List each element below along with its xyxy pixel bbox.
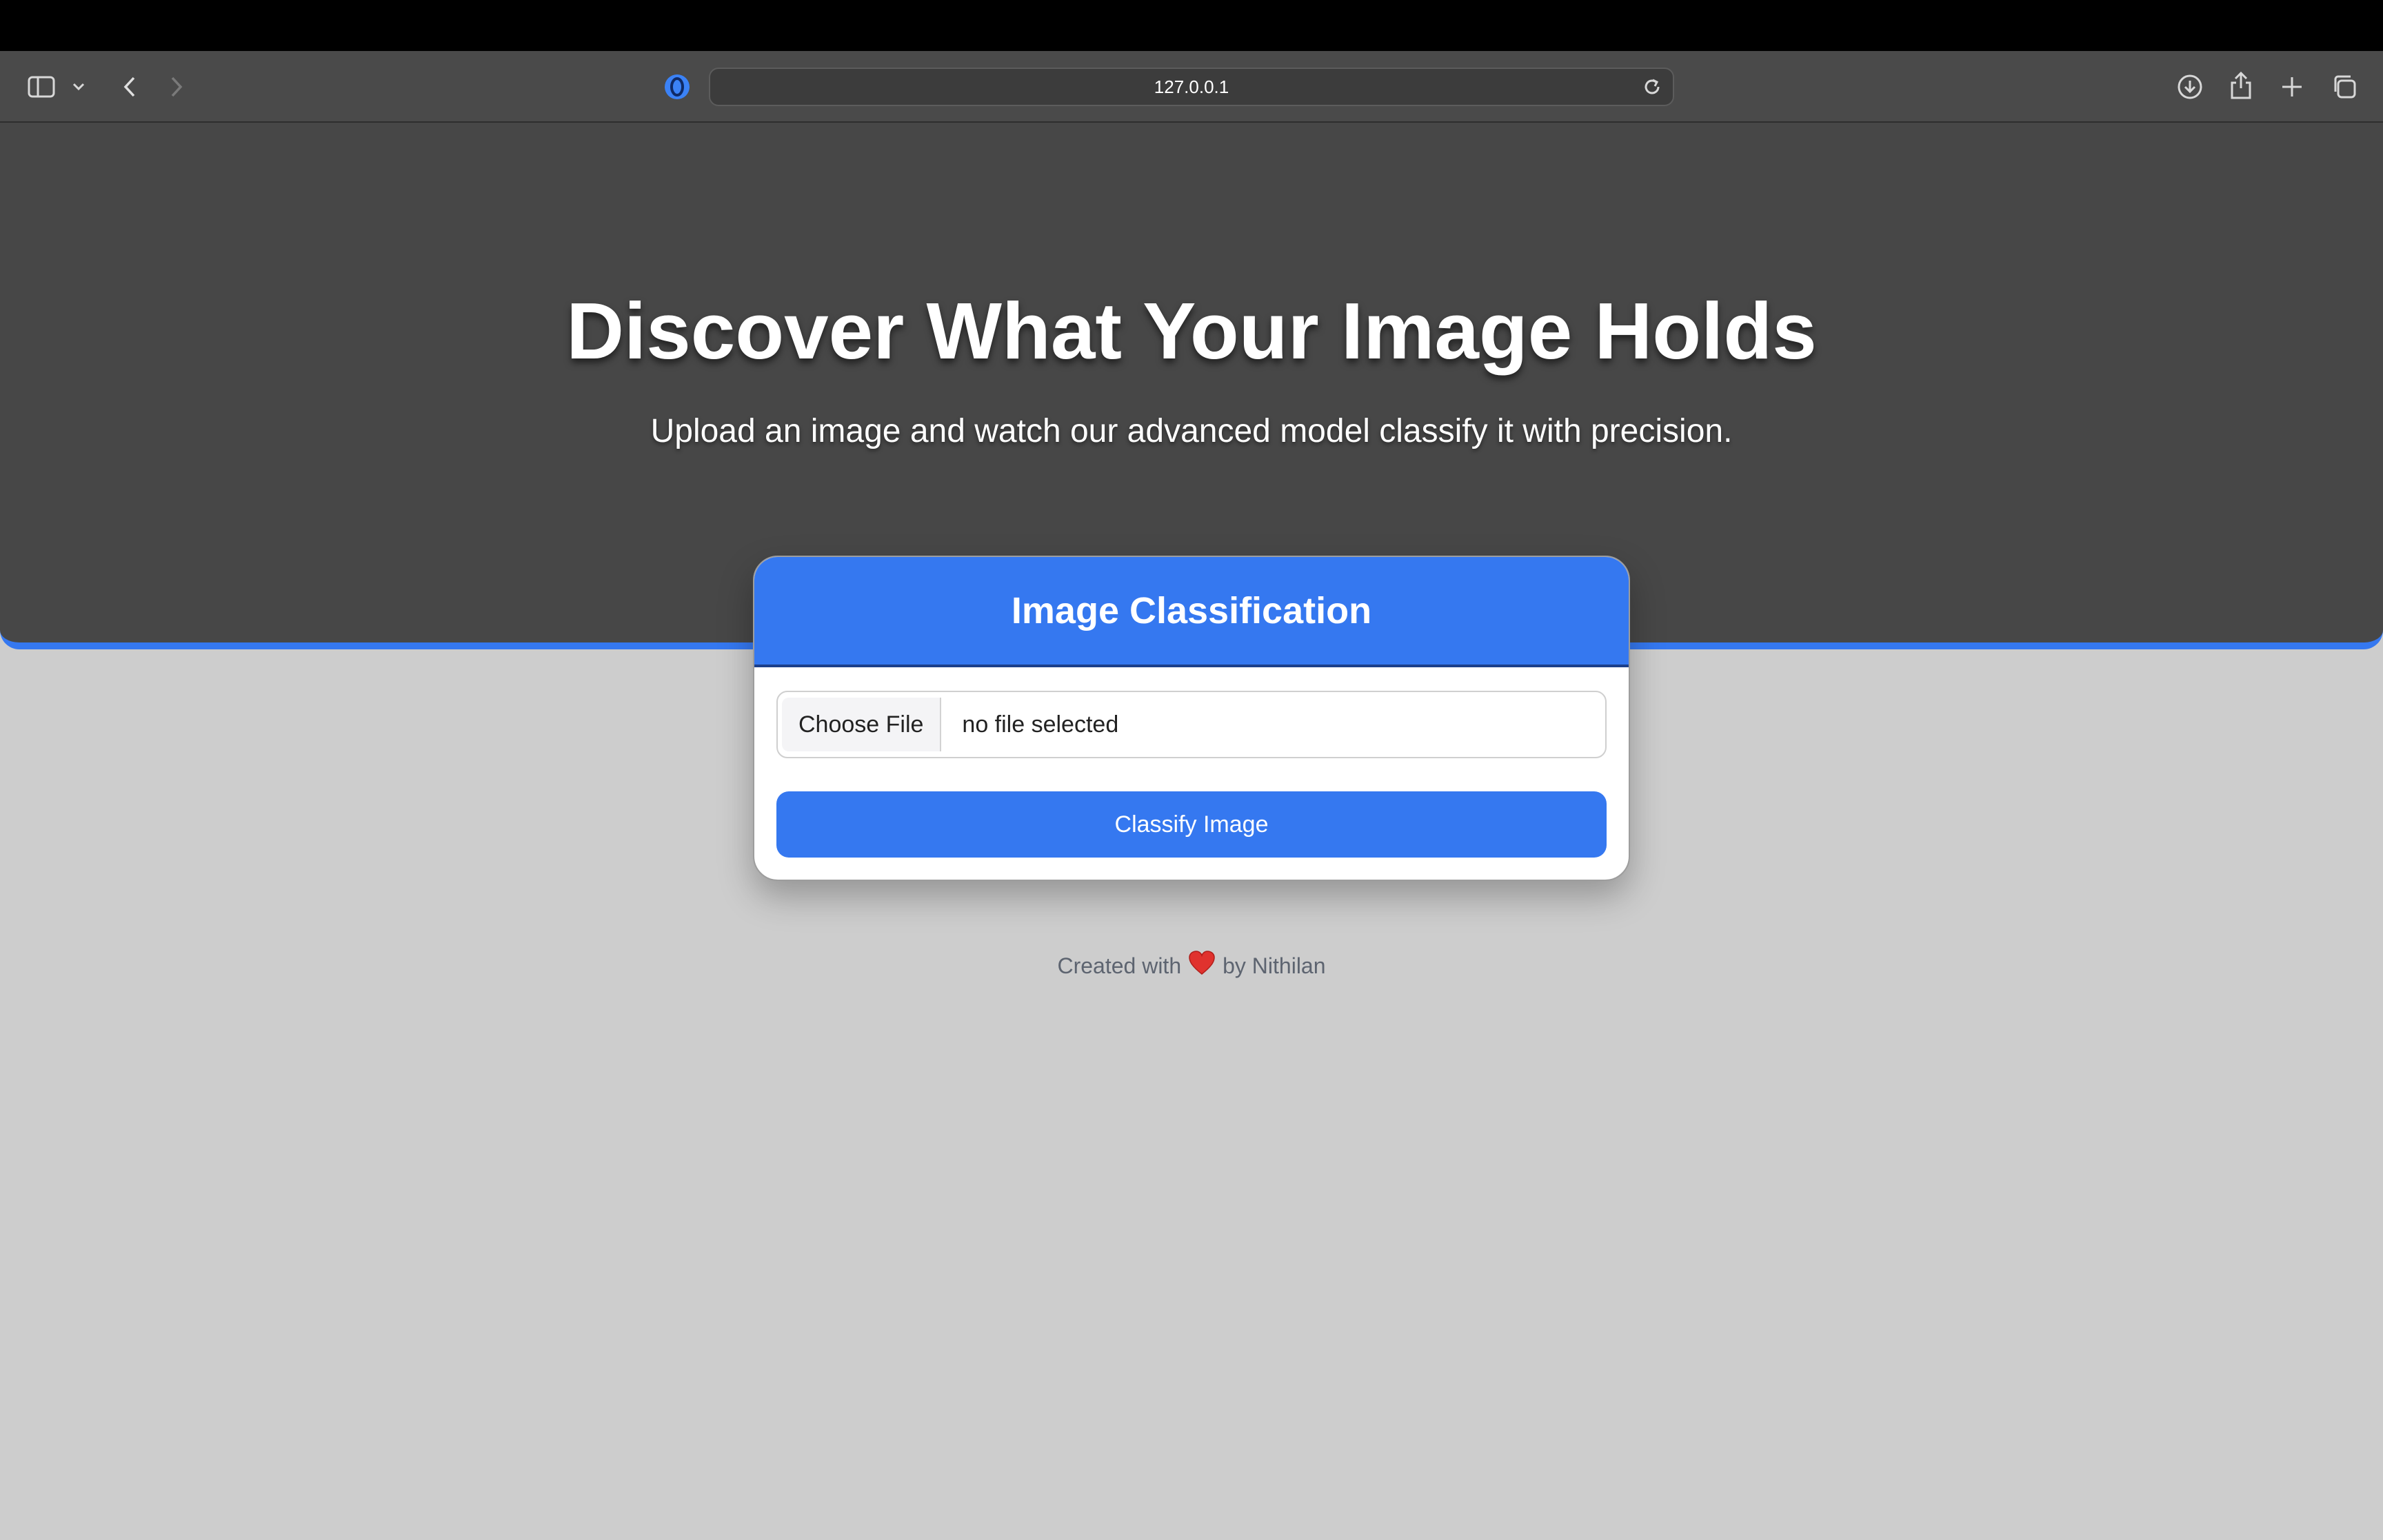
chevron-left-icon[interactable] — [116, 72, 143, 102]
hero-title: Discover What Your Image Holds — [566, 286, 1817, 376]
sidebar-icon[interactable] — [26, 72, 57, 102]
classify-image-button[interactable]: Classify Image — [776, 791, 1607, 858]
card-title: Image Classification — [754, 557, 1629, 667]
url-text: 127.0.0.1 — [1154, 76, 1229, 97]
footer-prefix: Created with — [1057, 953, 1182, 978]
tab-overview-icon[interactable] — [2329, 72, 2360, 102]
chevron-right-icon[interactable] — [163, 72, 190, 102]
footer: Created with by Nithilan — [0, 950, 2383, 982]
file-input[interactable]: Choose File no file selected — [776, 691, 1607, 758]
privacy-shield-icon[interactable] — [662, 72, 692, 102]
screen-top-bar — [0, 0, 2383, 51]
reload-icon[interactable] — [1641, 76, 1663, 103]
share-icon[interactable] — [2226, 69, 2256, 102]
browser-toolbar: 127.0.0.1 — [0, 51, 2383, 123]
chevron-down-icon[interactable] — [69, 77, 88, 97]
heart-icon — [1188, 950, 1216, 982]
hero-subtitle: Upload an image and watch our advanced m… — [650, 413, 1733, 449]
file-status-text: no file selected — [962, 711, 1119, 738]
plus-icon[interactable] — [2277, 72, 2307, 102]
download-icon[interactable] — [2175, 72, 2205, 102]
address-bar[interactable]: 127.0.0.1 — [709, 68, 1674, 106]
choose-file-button[interactable]: Choose File — [782, 698, 942, 751]
classification-card: Image Classification Choose File no file… — [753, 556, 1630, 881]
footer-suffix: by Nithilan — [1223, 953, 1326, 978]
